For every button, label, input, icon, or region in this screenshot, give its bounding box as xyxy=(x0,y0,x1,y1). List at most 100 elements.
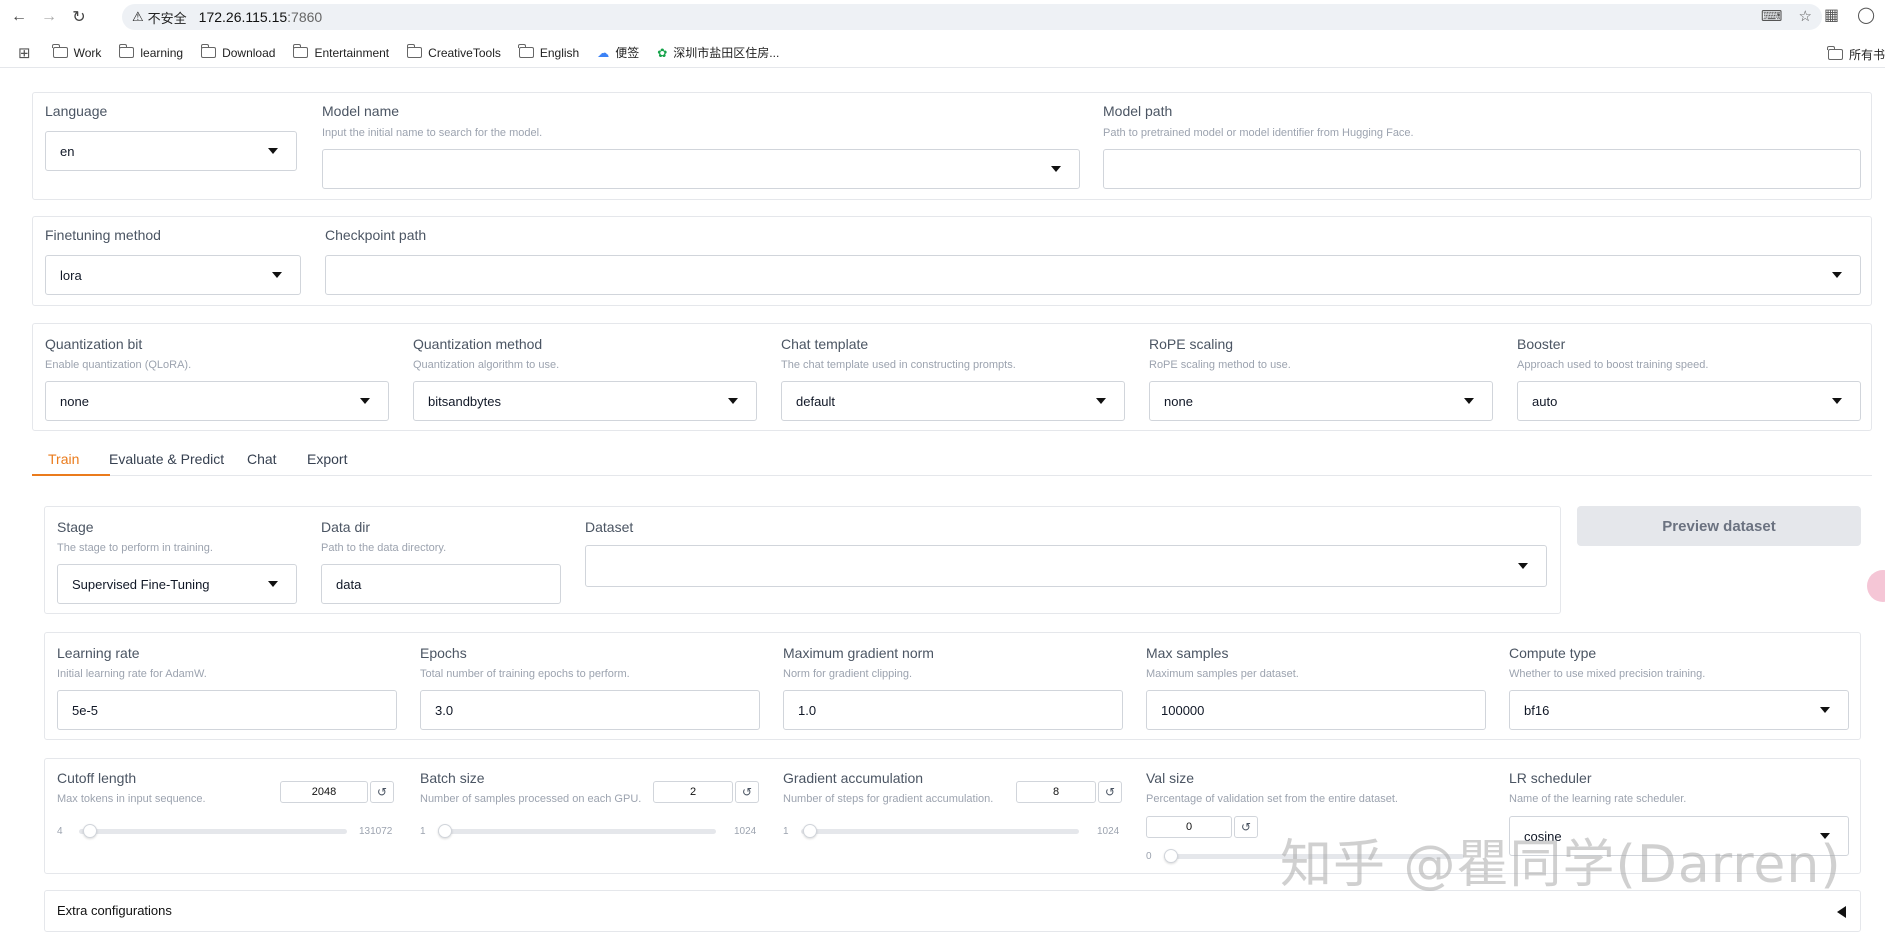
folder-icon xyxy=(406,44,423,58)
slider-thumb[interactable] xyxy=(438,824,453,838)
model-name-dropdown[interactable] xyxy=(322,149,1080,189)
forward-arrow-icon[interactable]: → xyxy=(38,6,60,28)
bookmark-notes[interactable]: ☁ 便签 xyxy=(597,44,639,61)
quant-method-label: Quantization method xyxy=(413,336,543,352)
chevron-down-icon xyxy=(1518,563,1528,569)
chevron-down-icon xyxy=(268,148,278,154)
booster-dropdown[interactable]: auto xyxy=(1517,381,1861,421)
language-label: Language xyxy=(45,103,108,119)
compute-type-info: Whether to use mixed precision training. xyxy=(1509,668,1706,680)
chat-template-dropdown[interactable]: default xyxy=(781,381,1125,421)
lr-scheduler-info: Name of the learning rate scheduler. xyxy=(1509,793,1687,805)
model-name-label: Model name xyxy=(322,103,400,119)
cutoff-length-info: Max tokens in input sequence. xyxy=(57,793,206,805)
chevron-down-icon xyxy=(268,581,278,587)
epochs-label: Epochs xyxy=(420,645,467,661)
batch-size-min: 1 xyxy=(420,826,426,837)
val-size-number[interactable]: 0 xyxy=(1146,816,1232,838)
extra-config-label: Extra configurations xyxy=(57,903,172,918)
back-arrow-icon[interactable]: ← xyxy=(8,6,30,28)
bookmark-entertainment[interactable]: Entertainment xyxy=(292,44,389,60)
bookmark-download[interactable]: Download xyxy=(200,44,275,60)
bookmark-english[interactable]: English xyxy=(518,44,579,60)
chevron-down-icon xyxy=(272,272,282,278)
collapse-triangle-icon[interactable] xyxy=(1837,906,1846,918)
model-name-info: Input the initial name to search for the… xyxy=(322,127,543,139)
model-panel: Language en Model name Input the initial… xyxy=(32,92,1872,200)
finetune-panel: Finetuning method lora Checkpoint path xyxy=(32,216,1872,306)
batch-size-number[interactable]: 2 xyxy=(653,781,733,803)
slider-thumb[interactable] xyxy=(82,824,97,838)
bookmark-work[interactable]: Work xyxy=(52,44,101,60)
cutoff-length-slider[interactable] xyxy=(79,824,347,838)
insecure-label: 不安全 xyxy=(147,10,187,26)
quant-bit-dropdown[interactable]: none xyxy=(45,381,389,421)
url-port: :7860 xyxy=(287,9,323,25)
quant-bit-info: Enable quantization (QLoRA). xyxy=(45,359,192,371)
translate-icon[interactable]: ⌨ xyxy=(1761,7,1783,25)
bookmark-all[interactable]: 所有书 xyxy=(1827,46,1885,63)
rope-info: RoPE scaling method to use. xyxy=(1149,359,1291,371)
dataset-dropdown[interactable] xyxy=(585,545,1547,587)
batch-size-max: 1024 xyxy=(734,826,757,837)
dataset-panel: Stage The stage to perform in training. … xyxy=(44,506,1561,614)
chevron-down-icon xyxy=(1096,398,1106,404)
bookmark-learning[interactable]: learning xyxy=(118,44,183,60)
max-grad-norm-input[interactable]: 1.0 xyxy=(783,690,1123,730)
bookmark-creativetools[interactable]: CreativeTools xyxy=(406,44,501,60)
model-path-input[interactable] xyxy=(1103,149,1861,189)
cloud-icon: ☁ xyxy=(597,45,610,60)
apps-grid-icon[interactable]: ⊞ xyxy=(18,44,31,62)
address-bar[interactable]: ⚠ 不安全 172.26.115.15:7860 ⌨ ☆ xyxy=(122,4,1822,30)
max-samples-input[interactable]: 100000 xyxy=(1146,690,1486,730)
dataset-label: Dataset xyxy=(585,519,634,535)
finetune-method-label: Finetuning method xyxy=(45,227,161,243)
slider-thumb[interactable] xyxy=(802,824,817,838)
security-indicator[interactable]: ⚠ 不安全 xyxy=(132,8,187,27)
data-dir-info: Path to the data directory. xyxy=(321,542,447,554)
quant-method-dropdown[interactable]: bitsandbytes xyxy=(413,381,757,421)
browser-toolbar: ← → ↻ ⚠ 不安全 172.26.115.15:7860 ⌨ ☆ ▦ ◯ xyxy=(0,0,1885,34)
max-grad-norm-info: Norm for gradient clipping. xyxy=(783,668,913,680)
chevron-down-icon xyxy=(1820,707,1830,713)
grad-accum-reset-icon[interactable]: ↺ xyxy=(1098,781,1122,803)
rope-dropdown[interactable]: none xyxy=(1149,381,1493,421)
finetune-method-dropdown[interactable]: lora xyxy=(45,255,301,295)
reload-icon[interactable]: ↻ xyxy=(68,6,90,28)
cutoff-length-number[interactable]: 2048 xyxy=(280,781,368,803)
epochs-input[interactable]: 3.0 xyxy=(420,690,760,730)
chevron-down-icon xyxy=(1464,398,1474,404)
tab-train[interactable]: Train xyxy=(48,451,79,467)
grad-accum-max: 1024 xyxy=(1097,826,1120,837)
floating-helper-icon[interactable] xyxy=(1867,570,1885,602)
chat-template-label: Chat template xyxy=(781,336,869,352)
stage-info: The stage to perform in training. xyxy=(57,542,213,554)
language-dropdown[interactable]: en xyxy=(45,131,297,171)
preview-dataset-button[interactable]: Preview dataset xyxy=(1577,506,1861,546)
chevron-down-icon xyxy=(1051,166,1061,172)
stage-dropdown[interactable]: Supervised Fine-Tuning xyxy=(57,564,297,604)
grad-accum-slider[interactable] xyxy=(801,824,1079,838)
folder-icon xyxy=(1827,46,1843,60)
extensions-icon[interactable]: ▦ xyxy=(1824,5,1839,25)
bookmark-housing[interactable]: ✿ 深圳市盐田区住房... xyxy=(657,44,779,61)
tab-evaluate[interactable]: Evaluate & Predict xyxy=(109,451,224,467)
compute-type-dropdown[interactable]: bf16 xyxy=(1509,690,1849,730)
batch-size-reset-icon[interactable]: ↺ xyxy=(735,781,759,803)
profile-icon[interactable]: ◯ xyxy=(1857,5,1875,25)
grad-accum-number[interactable]: 8 xyxy=(1016,781,1096,803)
val-size-reset-icon[interactable]: ↺ xyxy=(1234,816,1258,838)
tab-chat[interactable]: Chat xyxy=(247,451,277,467)
watermark: 知乎 @瞿同学(Darren) xyxy=(1280,835,1842,895)
bookmark-star-icon[interactable]: ☆ xyxy=(1799,7,1812,25)
checkpoint-dropdown[interactable] xyxy=(325,255,1861,295)
slider-thumb[interactable] xyxy=(1164,849,1178,863)
val-size-info: Percentage of validation set from the en… xyxy=(1146,793,1398,805)
rope-label: RoPE scaling xyxy=(1149,336,1234,352)
learning-rate-input[interactable]: 5e-5 xyxy=(57,690,397,730)
data-dir-input[interactable]: data xyxy=(321,564,561,604)
tab-export[interactable]: Export xyxy=(307,451,347,467)
chevron-down-icon xyxy=(360,398,370,404)
batch-size-slider[interactable] xyxy=(438,824,716,838)
cutoff-length-reset-icon[interactable]: ↺ xyxy=(370,781,394,803)
